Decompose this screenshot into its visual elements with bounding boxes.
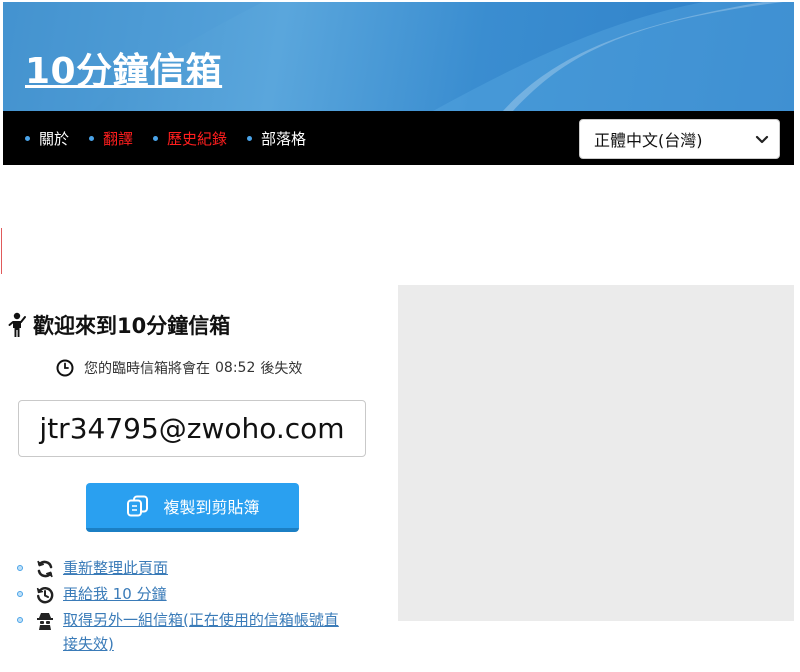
language-select[interactable]: 正體中文(台灣) (579, 119, 780, 159)
nav-item-history: 歷史紀錄 (153, 128, 227, 149)
nav-item-translate: 翻譯 (89, 128, 133, 149)
list-item: 再給我 10 分鐘 (17, 582, 367, 606)
copy-button-label: 複製到剪貼簿 (163, 497, 260, 517)
chevron-down-icon (755, 135, 769, 144)
nav-link-translate[interactable]: 翻譯 (103, 128, 133, 149)
welcome-heading: 歡迎來到10分鐘信箱 (7, 310, 230, 340)
nav-item-about: 關於 (25, 128, 69, 149)
list-item: 取得另外一組信箱(正在使用的信箱帳號直接失效) (17, 608, 367, 656)
copy-to-clipboard-button[interactable]: 複製到剪貼簿 (86, 483, 299, 532)
expiration-notice: 您的臨時信箱將會在 08:52 後失效 (56, 358, 302, 378)
bullet-icon (89, 136, 95, 141)
site-title-link[interactable]: 10分鐘信箱 (25, 42, 222, 94)
bullet-icon (17, 617, 23, 623)
person-waving-icon (8, 312, 26, 337)
countdown-timer: 08:52 (215, 360, 256, 376)
edge-marker (1, 228, 2, 274)
expire-suffix: 後失效 (260, 361, 303, 377)
nav-link-about[interactable]: 關於 (39, 128, 69, 149)
copy-icon (127, 495, 149, 516)
email-address-value: jtr34795@zwoho.com (39, 412, 345, 445)
welcome-title: 歡迎來到10分鐘信箱 (33, 314, 231, 338)
refresh-icon (37, 560, 53, 578)
bullet-icon (247, 136, 253, 141)
bullet-icon (153, 136, 159, 141)
clock-icon (56, 359, 74, 377)
ad-placeholder (398, 285, 794, 621)
bullet-icon (17, 591, 23, 597)
expire-prefix: 您的臨時信箱將會在 (84, 361, 210, 377)
bullet-icon (17, 565, 23, 571)
nav-link-history[interactable]: 歷史紀錄 (167, 128, 227, 149)
nav-item-blog: 部落格 (247, 128, 306, 149)
bullet-icon (25, 136, 30, 141)
extend-time-link[interactable]: 再給我 10 分鐘 (63, 582, 167, 606)
nav-menu: 關於 翻譯 歷史紀錄 部落格 (25, 128, 326, 149)
list-item: 重新整理此頁面 (17, 556, 367, 580)
refresh-page-link[interactable]: 重新整理此頁面 (63, 556, 168, 580)
new-mailbox-link[interactable]: 取得另外一組信箱(正在使用的信箱帳號直接失效) (27, 608, 347, 656)
language-select-value: 正體中文(台灣) (594, 131, 703, 150)
history-icon (36, 587, 54, 604)
top-navbar: 關於 翻譯 歷史紀錄 部落格 正體中文(台灣) (3, 111, 794, 165)
nav-link-blog[interactable]: 部落格 (261, 128, 306, 149)
email-address-field[interactable]: jtr34795@zwoho.com (18, 400, 366, 457)
site-header: 10分鐘信箱 (3, 2, 794, 111)
action-links: 重新整理此頁面 再給我 10 分鐘 取得另外一組信箱(正在使用的信箱帳號直接失效… (17, 556, 367, 658)
